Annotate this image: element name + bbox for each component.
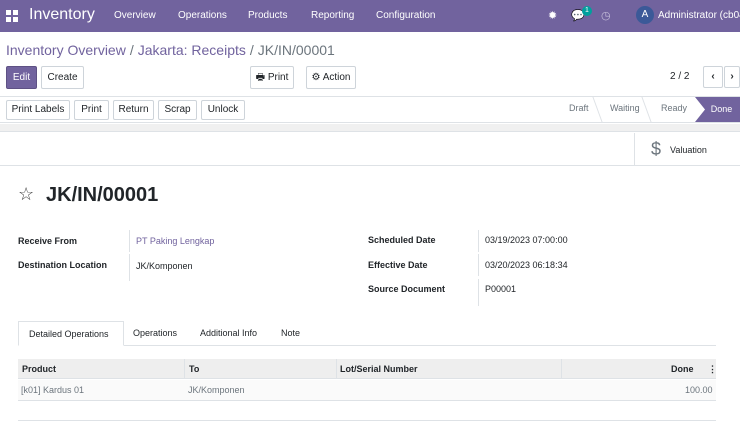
print-labels-button[interactable]: Print Labels [6, 100, 70, 120]
menu-operations[interactable]: Operations [178, 10, 227, 21]
gear-icon: ⚙ [311, 72, 321, 83]
scrap-button[interactable]: Scrap [158, 100, 197, 120]
field-divider [478, 254, 479, 276]
menu-overview[interactable]: Overview [114, 10, 156, 21]
printer-icon: 🖶 [255, 72, 266, 83]
tab-additional-info[interactable]: Additional Info [190, 321, 267, 346]
user-name[interactable]: Administrator (cb04 [658, 10, 740, 21]
receive-from-value[interactable]: PT Paking Lengkap [136, 236, 214, 246]
top-navbar: Inventory Overview Operations Products R… [0, 0, 740, 32]
edit-button[interactable]: Edit [6, 66, 37, 89]
chevron-left-icon: ‹ [711, 71, 715, 82]
menu-products[interactable]: Products [248, 10, 287, 21]
valuation-button[interactable]: $ Valuation [634, 133, 740, 166]
stage-ready: Ready [661, 103, 688, 113]
table-row[interactable] [18, 380, 716, 401]
tab-note[interactable]: Note [271, 321, 310, 346]
tab-operations[interactable]: Operations [123, 321, 187, 346]
menu-reporting[interactable]: Reporting [311, 10, 354, 21]
chevron-right-icon: › [730, 71, 734, 82]
menu-configuration[interactable]: Configuration [376, 10, 435, 21]
record-title: JK/IN/00001 [46, 184, 159, 206]
print-dropdown-button[interactable]: 🖶 Print [250, 66, 294, 89]
breadcrumb: Inventory Overview / Jakarta: Receipts / JK/… [6, 42, 335, 58]
pager-counter[interactable]: 2 / 2 [670, 71, 689, 82]
bug-icon[interactable]: ✹ [548, 9, 557, 22]
receive-from-label: Receive From [18, 236, 78, 246]
valuation-label: Valuation [670, 145, 707, 155]
field-divider [129, 254, 130, 281]
destination-location-label: Destination Location [18, 260, 108, 270]
action-dropdown-button[interactable]: ⚙ Action [306, 66, 356, 89]
row-done[interactable]: 100.00 [685, 385, 713, 395]
column-product[interactable]: Product [22, 364, 56, 374]
column-done[interactable]: Done [671, 364, 694, 374]
column-lot-serial[interactable]: Lot/Serial Number [340, 364, 418, 374]
button-box [0, 133, 740, 166]
create-button[interactable]: Create [41, 66, 84, 89]
print-dropdown-label: Print [267, 72, 289, 83]
return-button[interactable]: Return [113, 100, 154, 120]
pager-next-button[interactable]: › [724, 66, 740, 88]
activity-clock-icon[interactable]: ◷ [601, 9, 611, 22]
field-divider [478, 230, 479, 252]
table-footer-line [18, 420, 716, 421]
field-divider [478, 279, 479, 306]
breadcrumb-current: JK/IN/00001 [257, 42, 335, 58]
effective-date-label: Effective Date [368, 260, 428, 270]
scheduled-date-value: 03/19/2023 07:00:00 [485, 235, 568, 245]
app-brand[interactable]: Inventory [29, 6, 95, 24]
optional-columns-icon[interactable]: ⋮ [708, 364, 717, 375]
field-divider [129, 230, 130, 252]
row-to[interactable]: JK/Komponen [188, 385, 245, 395]
column-divider[interactable] [561, 359, 562, 379]
message-count-badge: 1 [582, 6, 592, 16]
source-document-value: P00001 [485, 284, 517, 294]
pager-previous-button[interactable]: ‹ [703, 66, 723, 88]
column-divider[interactable] [184, 359, 185, 379]
breadcrumb-separator: / [129, 42, 134, 58]
breadcrumb-separator: / [249, 42, 254, 58]
avatar[interactable]: A [636, 6, 654, 24]
action-dropdown-label: Action [322, 72, 351, 83]
breadcrumb-inventory-overview[interactable]: Inventory Overview [6, 42, 126, 58]
column-to[interactable]: To [189, 364, 199, 374]
breadcrumb-jakarta-receipts[interactable]: Jakarta: Receipts [138, 42, 246, 58]
effective-date-value: 03/20/2023 06:18:34 [485, 260, 568, 270]
row-product[interactable]: [k01] Kardus 01 [21, 385, 84, 395]
tab-detailed-operations[interactable]: Detailed Operations [18, 321, 124, 346]
scheduled-date-label: Scheduled Date [368, 235, 436, 245]
star-icon[interactable]: ☆ [18, 184, 34, 205]
apps-menu-icon[interactable] [6, 10, 18, 22]
dollar-icon: $ [651, 139, 662, 159]
unlock-button[interactable]: Unlock [201, 100, 245, 120]
sheet-background [0, 124, 740, 132]
destination-location-value[interactable]: JK/Komponen [136, 261, 193, 271]
source-document-label: Source Document [368, 284, 446, 294]
column-divider[interactable] [336, 359, 337, 379]
print-button[interactable]: Print [74, 100, 109, 120]
